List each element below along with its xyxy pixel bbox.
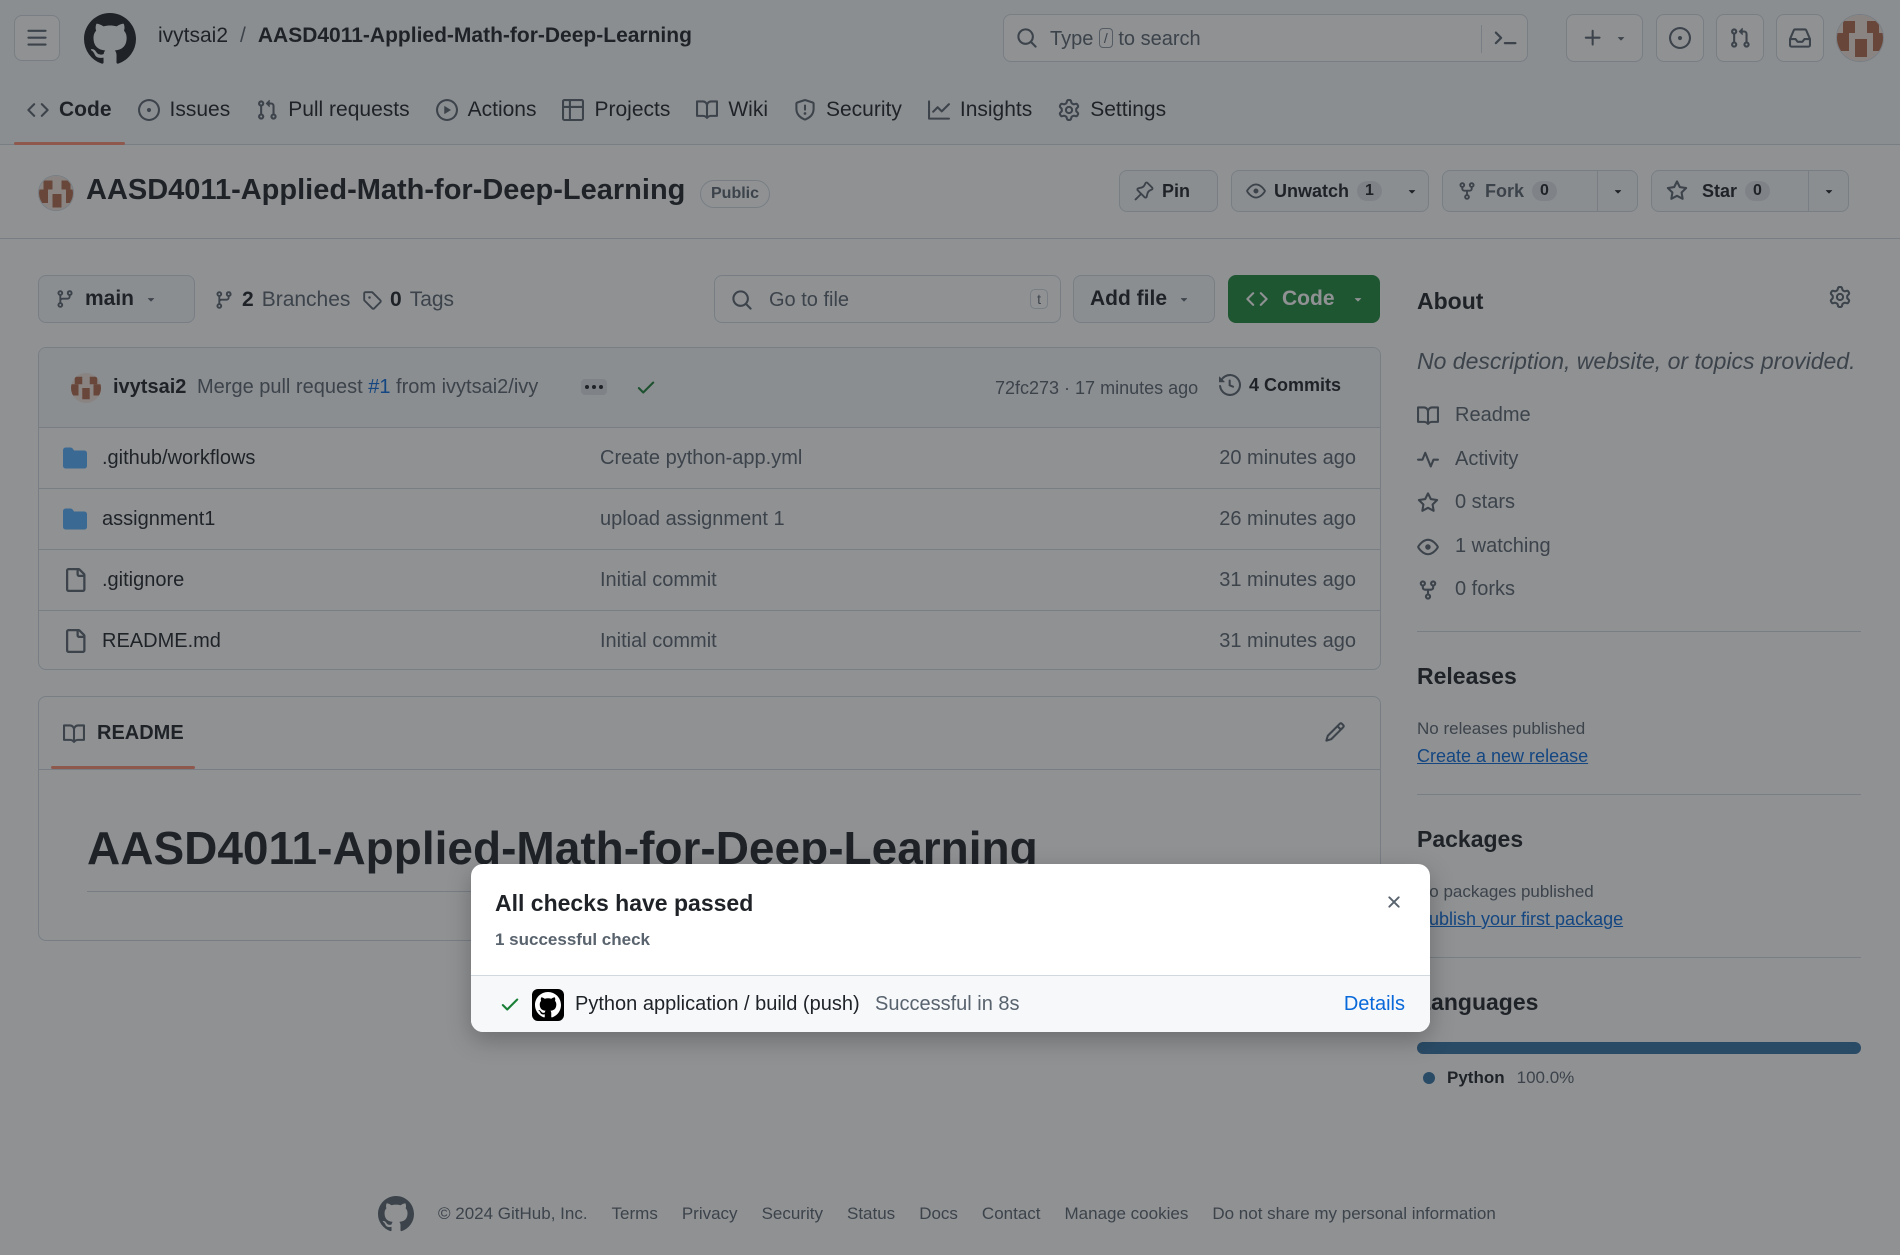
- check-row: Python application / build (push) Succes…: [471, 975, 1430, 1032]
- details-link[interactable]: Details: [1344, 993, 1405, 1016]
- check-name: Python application / build (push): [575, 993, 860, 1015]
- close-icon[interactable]: [1384, 892, 1404, 912]
- check-icon: [499, 993, 521, 1015]
- dialog-title: All checks have passed: [495, 890, 754, 916]
- check-status: Successful in 8s: [875, 993, 1020, 1015]
- dialog-subtitle: 1 successful check: [495, 930, 650, 949]
- github-actions-icon: [532, 989, 564, 1021]
- modal-backdrop[interactable]: [0, 0, 1900, 1255]
- checks-dialog: All checks have passed 1 successful chec…: [471, 864, 1430, 1032]
